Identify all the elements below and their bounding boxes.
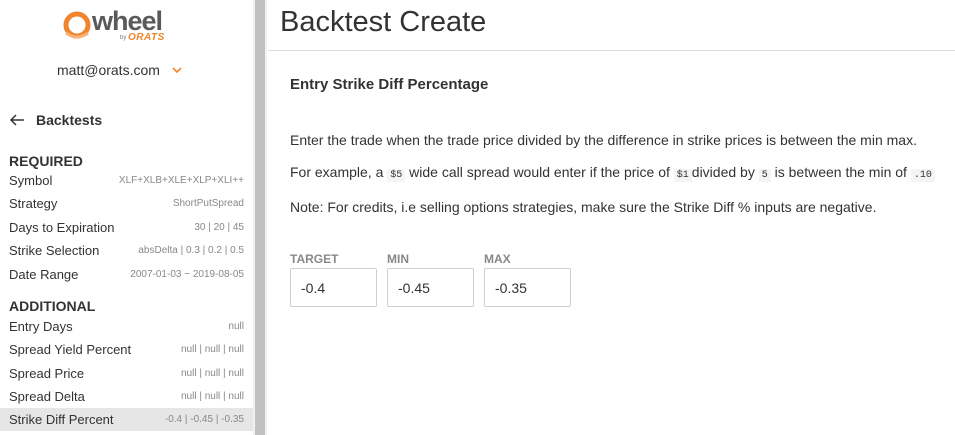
param-row-strategy[interactable]: Strategy ShortPutSpread bbox=[0, 192, 253, 215]
additional-section-title: ADDITIONAL bbox=[9, 298, 96, 314]
param-label: Spread Price bbox=[9, 366, 85, 381]
target-label: TARGET bbox=[290, 252, 339, 266]
desc2-text: is between the min of bbox=[774, 164, 907, 180]
max-input[interactable]: -0.35 bbox=[484, 268, 571, 307]
chevron-down-icon[interactable] bbox=[172, 65, 182, 75]
user-menu[interactable]: matt@orats.com bbox=[57, 62, 182, 78]
param-value: null | null | null bbox=[180, 391, 244, 402]
param-label: Days to Expiration bbox=[9, 220, 115, 235]
param-label: Entry Days bbox=[9, 319, 73, 334]
code-snippet: .10 bbox=[910, 169, 935, 182]
description-line-2: For example, a $5 wide call spread would… bbox=[290, 164, 935, 182]
user-email: matt@orats.com bbox=[57, 62, 160, 78]
param-value: XLF+XLB+XLE+XLP+XLI++ bbox=[118, 175, 244, 186]
param-value: -0.4 | -0.45 | -0.35 bbox=[164, 414, 244, 425]
param-label: Strategy bbox=[9, 196, 58, 211]
desc2-text: divided by bbox=[691, 164, 755, 180]
param-label: Strike Selection bbox=[9, 243, 100, 258]
description-line-3: Note: For credits, i.e selling options s… bbox=[290, 199, 877, 215]
max-input-group: MAX -0.35 bbox=[484, 252, 571, 307]
min-input[interactable]: -0.45 bbox=[387, 268, 474, 307]
code-snippet: 5 bbox=[758, 169, 771, 182]
param-label: Spread Yield Percent bbox=[9, 342, 132, 357]
param-row-strike-diff-percent[interactable]: Strike Diff Percent -0.4 | -0.45 | -0.35 bbox=[0, 408, 253, 431]
param-value: 30 | 20 | 45 bbox=[194, 222, 244, 233]
param-label: Spread Delta bbox=[9, 389, 85, 404]
param-row-strike-selection[interactable]: Strike Selection absDelta | 0.3 | 0.2 | … bbox=[0, 239, 253, 262]
page-title: Backtest Create bbox=[280, 6, 487, 38]
back-to-backtests[interactable]: Backtests bbox=[9, 112, 102, 128]
param-value: null bbox=[228, 321, 244, 332]
field-title: Entry Strike Diff Percentage bbox=[290, 76, 489, 93]
param-label: Date Range bbox=[9, 267, 79, 282]
param-row-date-range[interactable]: Date Range 2007-01-03 ~ 2019-08-05 bbox=[0, 263, 253, 286]
title-divider bbox=[268, 50, 955, 51]
param-value: absDelta | 0.3 | 0.2 | 0.5 bbox=[138, 245, 244, 256]
max-label: MAX bbox=[484, 252, 511, 266]
target-input-group: TARGET -0.4 bbox=[290, 252, 377, 307]
wheel-logo[interactable]: wheel by ORATS bbox=[62, 6, 172, 46]
param-row-spread-yield-percent[interactable]: Spread Yield Percent null | null | null bbox=[0, 338, 253, 361]
back-label: Backtests bbox=[36, 112, 103, 128]
sidebar-scrollbar[interactable] bbox=[253, 0, 267, 435]
min-label: MIN bbox=[387, 252, 409, 266]
param-value: null | null | null bbox=[180, 368, 244, 379]
logo-brand: ORATS bbox=[128, 32, 165, 43]
arrow-left-icon bbox=[9, 114, 24, 126]
description-line-1: Enter the trade when the trade price div… bbox=[290, 132, 917, 148]
param-row-spread-price[interactable]: Spread Price null | null | null bbox=[0, 362, 253, 385]
desc2-text: wide call spread would enter if the pric… bbox=[409, 164, 670, 180]
wheel-logo-icon bbox=[63, 11, 91, 39]
code-snippet: $1 bbox=[673, 169, 692, 182]
param-value: ShortPutSpread bbox=[172, 198, 244, 209]
required-section-title: REQUIRED bbox=[9, 153, 83, 169]
param-value: null | null | null bbox=[180, 344, 244, 355]
param-label: Strike Diff Percent bbox=[9, 412, 114, 427]
sidebar: wheel by ORATS matt@orats.com Backtests … bbox=[0, 0, 253, 435]
logo-by: by bbox=[120, 35, 127, 41]
desc2-text: For example, a bbox=[290, 164, 384, 180]
target-input[interactable]: -0.4 bbox=[290, 268, 377, 307]
scrollbar-thumb[interactable] bbox=[255, 0, 265, 435]
min-input-group: MIN -0.45 bbox=[387, 252, 474, 307]
main-content: Backtest Create Entry Strike Diff Percen… bbox=[268, 0, 955, 435]
param-label: Symbol bbox=[9, 173, 53, 188]
code-snippet: $5 bbox=[387, 169, 406, 182]
param-row-spread-delta[interactable]: Spread Delta null | null | null bbox=[0, 385, 253, 408]
param-row-days-to-expiration[interactable]: Days to Expiration 30 | 20 | 45 bbox=[0, 216, 253, 239]
param-row-entry-days[interactable]: Entry Days null bbox=[0, 315, 253, 338]
param-row-symbol[interactable]: Symbol XLF+XLB+XLE+XLP+XLI++ bbox=[0, 169, 253, 192]
param-value: 2007-01-03 ~ 2019-08-05 bbox=[130, 269, 244, 280]
